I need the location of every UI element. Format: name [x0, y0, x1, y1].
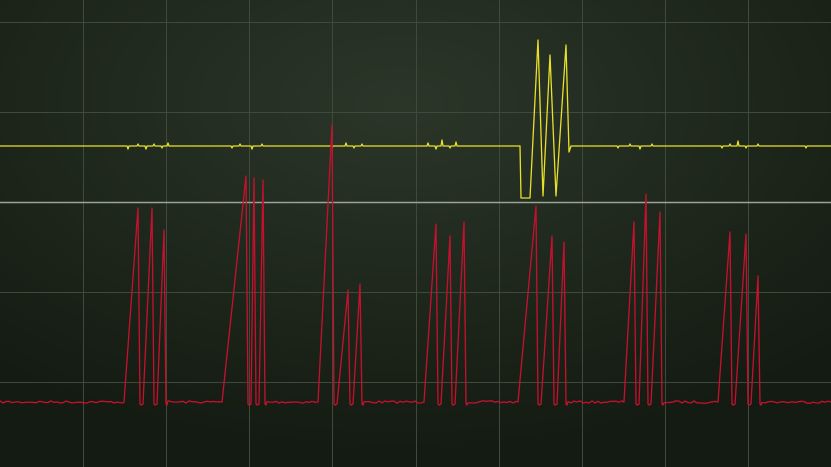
oscilloscope-display [0, 0, 831, 467]
